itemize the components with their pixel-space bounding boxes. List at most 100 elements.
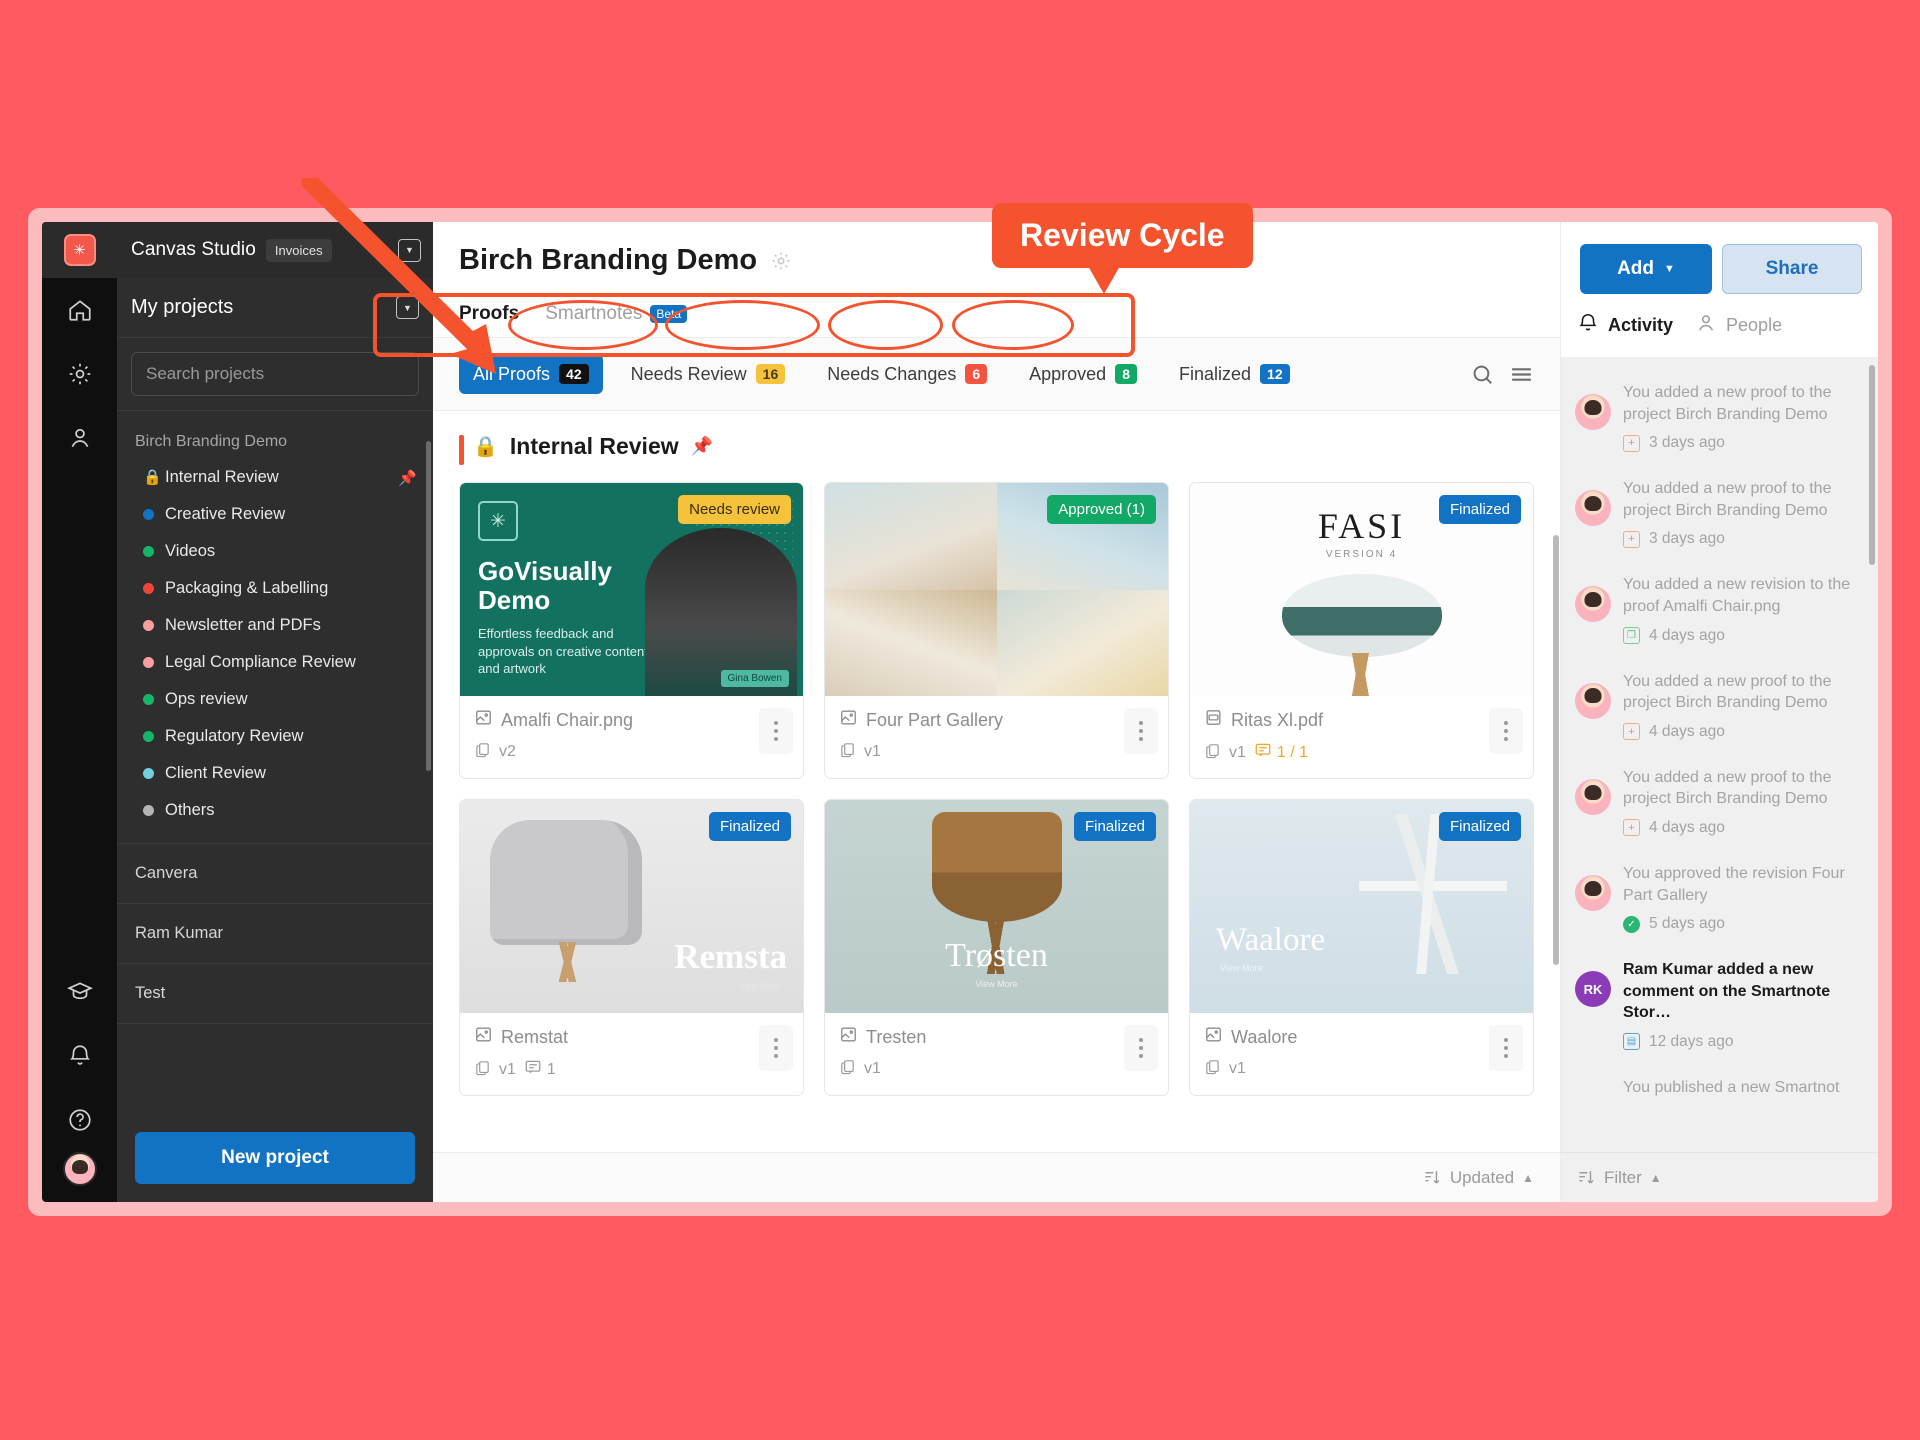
lock-icon: 🔒	[143, 469, 162, 486]
user-avatar[interactable]	[62, 1152, 97, 1186]
proof-thumbnail[interactable]: FASI VERSION 4 Finalized	[1190, 483, 1533, 696]
activity-item[interactable]: RK Ram Kumar added a new comment on the S…	[1561, 946, 1878, 1064]
gear-icon[interactable]	[42, 342, 117, 406]
gear-icon[interactable]	[770, 250, 792, 272]
proof-card[interactable]: Trøsten View More Finalized Tresten v1	[824, 799, 1169, 1096]
sidebar-item-videos[interactable]: Videos	[117, 533, 433, 570]
activity-item[interactable]: You added a new proof to the project Bir…	[1561, 658, 1878, 754]
sidebar-item-newsletter-and-pdfs[interactable]: Newsletter and PDFs	[117, 607, 433, 644]
proof-thumbnail[interactable]: Remsta View More Finalized	[460, 800, 803, 1013]
invoices-chip[interactable]: Invoices	[265, 238, 332, 262]
activity-scrollbar[interactable]	[1869, 365, 1875, 565]
new-project-button[interactable]: New project	[135, 1132, 415, 1184]
sort-control[interactable]: Updated ▲	[1423, 1168, 1534, 1188]
proof-card[interactable]: ✳ GoVisually Demo Effortless feedback and a…	[459, 482, 804, 779]
home-icon[interactable]	[42, 278, 117, 342]
tab-smartnotes[interactable]: Smartnotes Beta	[545, 303, 688, 337]
filter-control[interactable]: Filter ▲	[1577, 1168, 1662, 1188]
sidebar-item-ops-review[interactable]: Ops review	[117, 681, 433, 718]
search-icon[interactable]	[1470, 362, 1495, 387]
activity-time: 4 days ago	[1649, 818, 1725, 836]
proof-more-menu-button[interactable]	[1124, 708, 1158, 754]
activity-item[interactable]: You added a new proof to the project Bir…	[1561, 465, 1878, 561]
sidebar-item-label: Legal Compliance Review	[165, 653, 356, 671]
pushpin-icon[interactable]: 📌	[398, 469, 417, 487]
proof-thumbnail[interactable]: ✳ GoVisually Demo Effortless feedback and a…	[460, 483, 803, 696]
sidebar-item-creative-review[interactable]: Creative Review	[117, 496, 433, 533]
comment-count: 1 / 1	[1254, 741, 1308, 764]
sidebar-group-canvera[interactable]: Canvera	[117, 844, 433, 904]
filter-pill-all-proofs[interactable]: All Proofs 42	[459, 354, 603, 394]
activity-item[interactable]: You added a new proof to the project Bir…	[1561, 754, 1878, 850]
sidebar-item-regulatory-review[interactable]: Regulatory Review	[117, 718, 433, 755]
panel-tab-activity[interactable]: Activity	[1577, 312, 1673, 343]
sidebar-item-packaging-labelling[interactable]: Packaging & Labelling	[117, 570, 433, 607]
sidebar-item-label: Client Review	[165, 764, 266, 782]
person-icon	[1695, 312, 1717, 339]
search-projects-wrap	[117, 338, 433, 411]
proof-more-menu-button[interactable]	[759, 708, 793, 754]
sidebar-item-label: Ops review	[165, 690, 248, 708]
activity-filter-bar: Filter ▲	[1561, 1152, 1878, 1202]
chevron-down-icon[interactable]: ▼	[398, 238, 421, 262]
caret-up-icon: ▲	[1522, 1170, 1534, 1185]
main-tabs: Proofs Smartnotes Beta	[459, 303, 1534, 337]
graduation-cap-icon[interactable]	[42, 960, 117, 1024]
activity-text: You added a new proof to the project Bir…	[1623, 384, 1832, 423]
status-badge: Needs review	[678, 495, 791, 524]
sidebar-item-legal-compliance-review[interactable]: Legal Compliance Review	[117, 644, 433, 681]
proof-thumbnail[interactable]: Trøsten View More Finalized	[825, 800, 1168, 1013]
proof-card[interactable]: Remsta View More Finalized Remstat v1 1	[459, 799, 804, 1096]
list-view-icon[interactable]	[1509, 362, 1534, 387]
tab-proofs[interactable]: Proofs	[459, 303, 519, 337]
collapse-icon[interactable]: ▼	[396, 296, 419, 319]
proof-card[interactable]: Approved (1) Four Part Gallery v1	[824, 482, 1169, 779]
status-dot-icon	[143, 620, 154, 631]
thumb-title: Waalore	[1216, 922, 1326, 958]
proof-more-menu-button[interactable]	[759, 1025, 793, 1071]
tab-label: Proofs	[459, 303, 520, 324]
tab-label: Smartnotes	[545, 303, 643, 324]
proof-thumbnail[interactable]: Approved (1)	[825, 483, 1168, 696]
bell-icon[interactable]	[42, 1024, 117, 1088]
status-badge: Finalized	[1073, 812, 1156, 841]
caret-down-icon: ▼	[1664, 263, 1675, 275]
filter-pill-needs-review[interactable]: Needs Review 16	[617, 354, 800, 394]
proof-card[interactable]: Waalore View More Finalized Waalore v1	[1189, 799, 1534, 1096]
proof-version: v1	[1229, 1060, 1246, 1077]
sidebar-item-internal-review[interactable]: 🔒 Internal Review 📌	[117, 459, 433, 496]
avatar	[1575, 778, 1611, 815]
proof-more-menu-button[interactable]	[1489, 1025, 1523, 1071]
comment-icon	[524, 1058, 542, 1081]
activity-item[interactable]: You added a new revision to the proof Am…	[1561, 561, 1878, 657]
filter-pill-finalized[interactable]: Finalized 12	[1165, 354, 1304, 394]
proof-version: v2	[499, 743, 516, 760]
help-icon[interactable]	[42, 1088, 117, 1152]
status-dot-icon	[143, 546, 154, 557]
share-button[interactable]: Share	[1722, 244, 1862, 294]
sidebar-group-test[interactable]: Test	[117, 964, 433, 1024]
sidebar-item-others[interactable]: Others	[117, 792, 433, 829]
activity-item[interactable]: You added a new proof to the project Bir…	[1561, 369, 1878, 465]
sidebar-item-client-review[interactable]: Client Review	[117, 755, 433, 792]
sidebar-scrollbar[interactable]	[426, 441, 431, 771]
proof-thumbnail[interactable]: Waalore View More Finalized	[1190, 800, 1533, 1013]
filter-pill-approved[interactable]: Approved 8	[1015, 354, 1151, 394]
activity-item[interactable]: You approved the revision Four Part Gall…	[1561, 850, 1878, 946]
main-scrollbar[interactable]	[1553, 535, 1559, 965]
proof-more-menu-button[interactable]	[1124, 1025, 1158, 1071]
activity-time: 5 days ago	[1649, 915, 1725, 933]
add-button[interactable]: Add ▼	[1580, 244, 1712, 294]
activity-item[interactable]: You published a new Smartnot	[1561, 1064, 1878, 1112]
project-group-title: Birch Branding Demo	[135, 433, 288, 450]
panel-tab-people[interactable]: People	[1695, 312, 1782, 343]
search-projects-input[interactable]	[131, 352, 419, 396]
pushpin-icon: 📌	[690, 436, 714, 456]
proof-card[interactable]: FASI VERSION 4 Finalized Ritas Xl.pdf v1 1 / …	[1189, 482, 1534, 779]
sidebar-group-ram-kumar[interactable]: Ram Kumar	[117, 904, 433, 964]
proof-more-menu-button[interactable]	[1489, 708, 1523, 754]
proof-version: v1	[864, 1060, 881, 1077]
person-icon[interactable]	[42, 406, 117, 470]
activity-type-icon: +	[1623, 723, 1640, 741]
filter-pill-needs-changes[interactable]: Needs Changes 6	[813, 354, 1001, 394]
